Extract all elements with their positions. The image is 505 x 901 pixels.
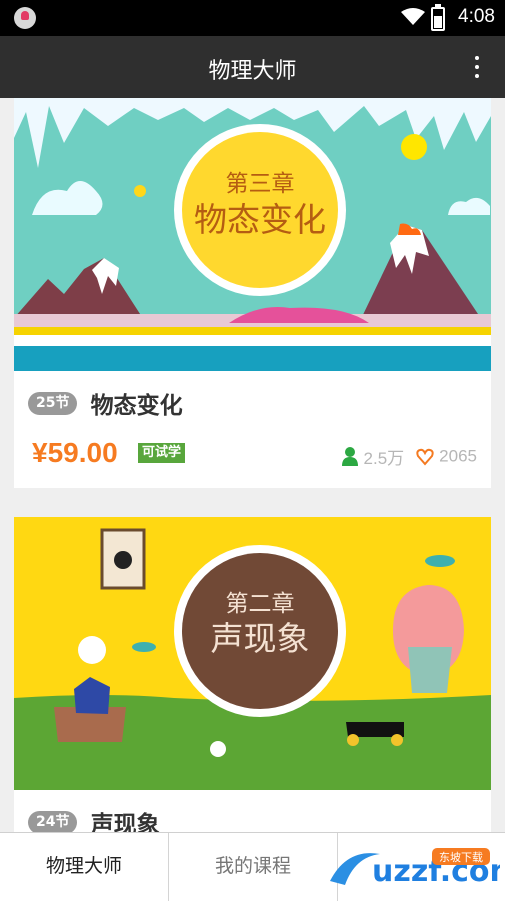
watermark-tag: 东坡下载 [439, 851, 483, 864]
heart-icon[interactable] [416, 448, 434, 466]
course-name[interactable]: 物态变化 [91, 386, 183, 420]
course-banner[interactable]: 第二章 声现象 [14, 517, 491, 790]
course-name[interactable]: 声现象 [91, 805, 160, 832]
course-card[interactable]: 第三章 物态变化 25节 物态变化 ¥59.00 可试学 2.5万 2065 [14, 98, 491, 488]
banner-title-line: 声现象 [211, 619, 310, 658]
banner-title-line: 物态变化 [194, 200, 326, 239]
course-price: ¥59.00 [32, 437, 118, 468]
tab-physics-master[interactable]: 物理大师 [0, 833, 169, 901]
battery-icon [431, 4, 445, 31]
course-title-row: 25节 物态变化 [28, 386, 183, 420]
learner-count: 2.5万 [363, 449, 405, 468]
lesson-count-badge: 25节 [28, 391, 78, 415]
watermark-logo: uzzf.com 东坡下载 [330, 848, 500, 889]
trial-badge: 可试学 [138, 443, 186, 463]
more-vertical-icon[interactable] [473, 56, 481, 80]
banner-chapter-line: 第三章 [226, 171, 295, 197]
course-banner[interactable]: 第三章 物态变化 [14, 98, 491, 371]
person-icon [341, 447, 358, 466]
page-title: 物理大师 [208, 59, 297, 84]
app-header: 物理大师 [0, 36, 505, 98]
status-time: 4:08 [458, 6, 495, 27]
app-notification-icon [14, 7, 36, 29]
course-title-row: 24节 声现象 [28, 805, 160, 832]
course-stats: 2.5万 2065 [341, 444, 477, 469]
course-card[interactable]: 第二章 声现象 24节 声现象 [14, 517, 491, 832]
tab-my-courses[interactable]: 我的课程 [169, 833, 338, 901]
banner-chapter-line: 第二章 [226, 591, 295, 617]
course-list[interactable]: 第三章 物态变化 25节 物态变化 ¥59.00 可试学 2.5万 2065 第二… [0, 98, 505, 832]
lesson-count-badge: 24节 [28, 810, 78, 832]
wifi-icon [401, 8, 425, 25]
status-bar: 4:08 [0, 0, 505, 36]
favorite-count: 2065 [439, 446, 477, 466]
